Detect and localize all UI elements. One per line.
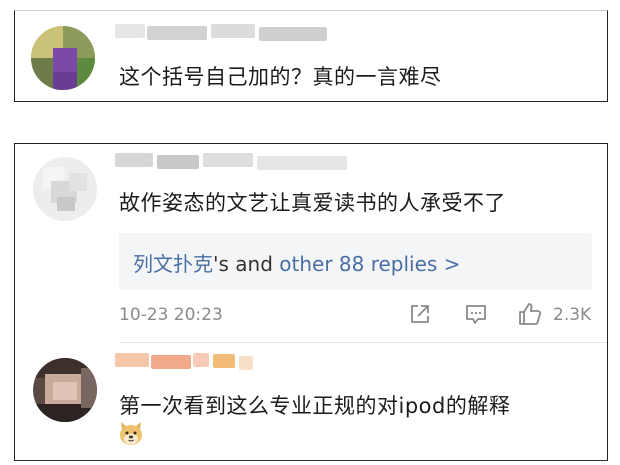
comment-timestamp: 10-23 20:23 <box>119 305 223 325</box>
comment-thread-card: 故作姿态的文艺让真爱读书的人承受不了 列文扑克's and other 88 r… <box>14 143 608 461</box>
thumbs-up-icon[interactable] <box>517 301 543 327</box>
user-avatar[interactable] <box>31 26 95 90</box>
more-replies-link[interactable]: other 88 replies > <box>279 252 460 276</box>
like-count: 2.3K <box>553 305 592 325</box>
comment-icon[interactable] <box>464 303 488 327</box>
comment-card: 这个括号自己加的？真的一言难尽 <box>14 10 608 102</box>
user-avatar[interactable] <box>33 358 97 422</box>
comment-text: 第一次看到这么专业正规的对ipod的解释 <box>119 394 511 418</box>
comment-text: 这个括号自己加的？真的一言难尽 <box>119 65 442 89</box>
replies-joiner: 's and <box>213 252 280 276</box>
divider <box>119 342 607 343</box>
doge-emoji <box>120 422 142 445</box>
replies-preview[interactable]: 列文扑克's and other 88 replies > <box>119 233 592 290</box>
user-avatar[interactable] <box>33 157 97 221</box>
replier-name[interactable]: 列文扑克 <box>133 252 213 276</box>
share-icon[interactable] <box>409 303 431 325</box>
comment-text: 故作姿态的文艺让真爱读书的人承受不了 <box>119 191 506 215</box>
